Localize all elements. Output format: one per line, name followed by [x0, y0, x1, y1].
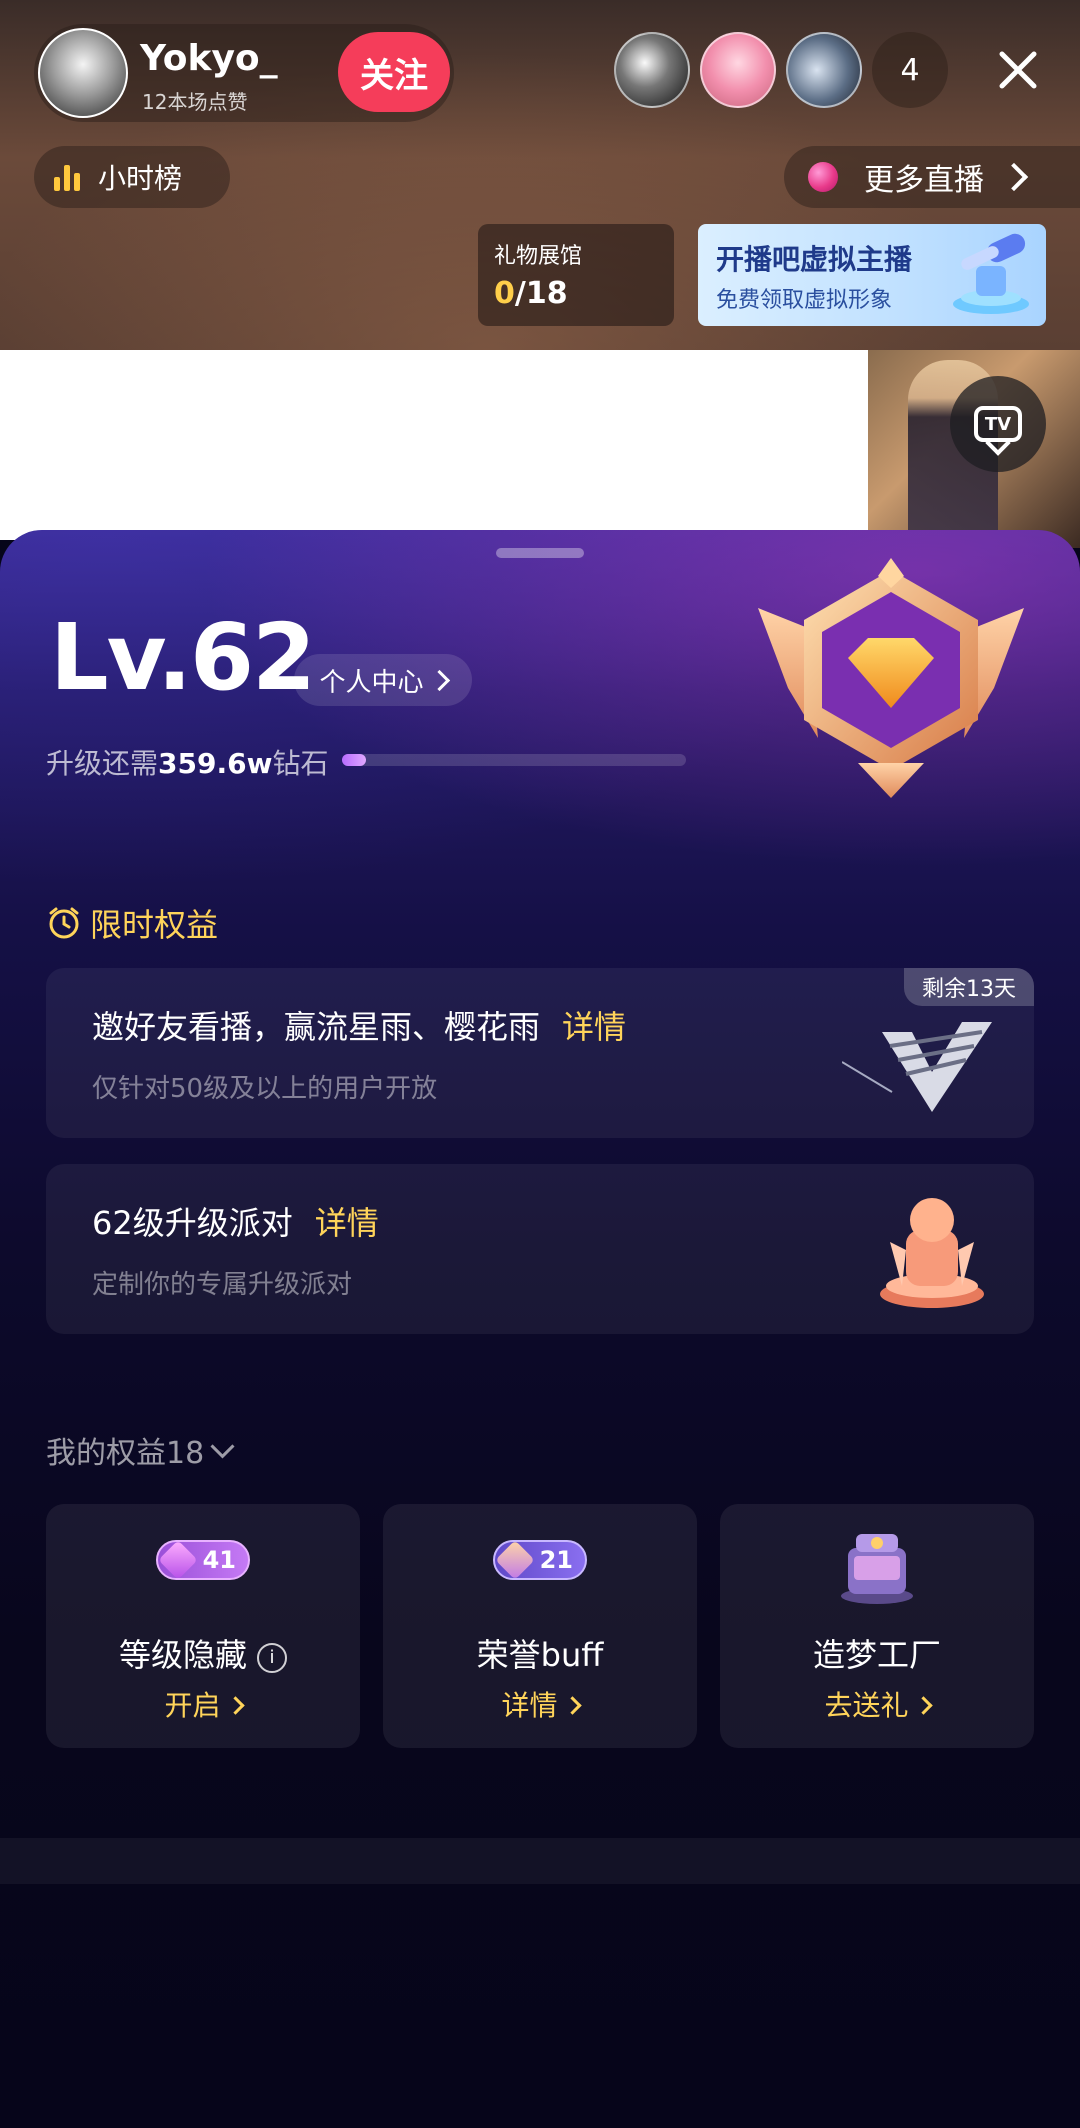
section-divider [0, 1838, 1080, 1884]
mini-video-window[interactable]: TV [868, 350, 1080, 548]
viewer-avatar[interactable] [700, 32, 776, 108]
limited-rights-label: 限时权益 [90, 906, 219, 944]
more-live-label: 更多直播 [864, 163, 984, 198]
detail-link[interactable]: 详情 [315, 1204, 379, 1242]
viewer-avatar[interactable] [614, 32, 690, 108]
host-name: Yokyo_ [140, 38, 278, 79]
my-rights-toggle[interactable]: 我的权益18 [46, 1428, 235, 1472]
honor-buff-tile[interactable]: 21 荣誉buff 详情 [383, 1504, 697, 1748]
gem-icon [158, 1540, 198, 1580]
tv-cast-button[interactable]: TV [950, 376, 1046, 472]
gift-hall-widget[interactable]: 礼物展馆 0/18 [478, 224, 674, 326]
tile-title: 造梦工厂 [812, 1636, 941, 1674]
host-avatar[interactable] [38, 28, 128, 118]
level-badge: 41 [156, 1540, 250, 1580]
send-gift-button[interactable]: 去送礼 [720, 1684, 1034, 1724]
card-subtitle: 定制你的专属升级派对 [92, 1270, 353, 1300]
chevron-right-icon [428, 669, 450, 691]
hour-rank-label: 小时榜 [98, 162, 183, 195]
chevron-down-icon [210, 1433, 235, 1459]
bar-chart-icon [54, 163, 84, 191]
chevron-right-icon [999, 162, 1029, 192]
stream-area [0, 350, 868, 540]
dream-factory-icon [841, 1534, 913, 1604]
level-progress-bar [342, 754, 686, 766]
gift-hall-title: 礼物展馆 [494, 244, 583, 269]
personal-center-label: 个人中心 [319, 667, 424, 698]
chevron-right-icon [225, 1696, 245, 1715]
detail-button[interactable]: 详情 [383, 1684, 697, 1724]
invite-friends-card[interactable]: 邀好友看播，赢流星雨、樱花雨 详情 仅针对50级及以上的用户开放 剩余13天 [46, 968, 1034, 1138]
tile-title: 等级隐藏 i [46, 1630, 360, 1676]
level-badge-icon [758, 558, 1024, 798]
more-live-button[interactable]: 更多直播 [784, 146, 1080, 208]
viewer-avatar[interactable] [786, 32, 862, 108]
gift-hall-progress: 0/18 [494, 276, 568, 311]
viewer-count[interactable]: 4 [872, 32, 948, 108]
level-panel: Lv.62 个人中心 升级还需359.6w钻石 限时权益 邀好友看播，赢流星雨、… [0, 530, 1080, 2128]
virtual-banner-title: 开播吧虚拟主播 [716, 243, 913, 276]
level-title: Lv.62 [50, 604, 316, 711]
hour-rank-button[interactable]: 小时榜 [34, 146, 230, 208]
card-title: 62级升级派对 详情 [92, 1204, 379, 1242]
remaining-days-tag: 剩余13天 [904, 968, 1034, 1006]
alarm-clock-icon [49, 907, 79, 939]
level-progress-fill [342, 754, 367, 766]
microphone-icon [953, 233, 1029, 314]
limited-rights-header: 限时权益 [46, 900, 218, 946]
info-icon[interactable]: i [257, 1643, 287, 1673]
gem-icon [495, 1540, 535, 1580]
upgrade-party-card[interactable]: 62级升级派对 详情 定制你的专属升级派对 [46, 1164, 1034, 1334]
card-title: 邀好友看播，赢流星雨、樱花雨 详情 [92, 1008, 627, 1046]
drag-handle[interactable] [496, 548, 584, 558]
follow-button[interactable]: 关注 [338, 32, 450, 112]
close-icon[interactable] [988, 40, 1048, 100]
host-likes: 12本场点赞 [142, 90, 248, 114]
virtual-host-banner[interactable]: 开播吧虚拟主播 免费领取虚拟形象 [698, 224, 1046, 326]
dream-factory-tile[interactable]: 造梦工厂 去送礼 [720, 1504, 1034, 1748]
chevron-right-icon [913, 1696, 933, 1715]
card-subtitle: 仅针对50级及以上的用户开放 [92, 1074, 438, 1104]
level-hide-tile[interactable]: 41 等级隐藏 i 开启 [46, 1504, 360, 1748]
live-dot-icon [808, 162, 838, 192]
tile-title: 荣誉buff [476, 1636, 604, 1674]
detail-link[interactable]: 详情 [562, 1008, 626, 1046]
level-badge: 21 [493, 1540, 587, 1580]
enable-button[interactable]: 开启 [46, 1684, 360, 1724]
tv-icon: TV [974, 406, 1022, 442]
v-logo-icon [842, 1022, 992, 1112]
chevron-right-icon [562, 1696, 582, 1715]
personal-center-button[interactable]: 个人中心 [294, 654, 472, 706]
my-rights-label: 我的权益18 [46, 1436, 205, 1471]
party-stage-icon [880, 1198, 984, 1308]
virtual-banner-subtitle: 免费领取虚拟形象 [716, 288, 893, 313]
upgrade-requirement: 升级还需359.6w钻石 [46, 747, 329, 780]
